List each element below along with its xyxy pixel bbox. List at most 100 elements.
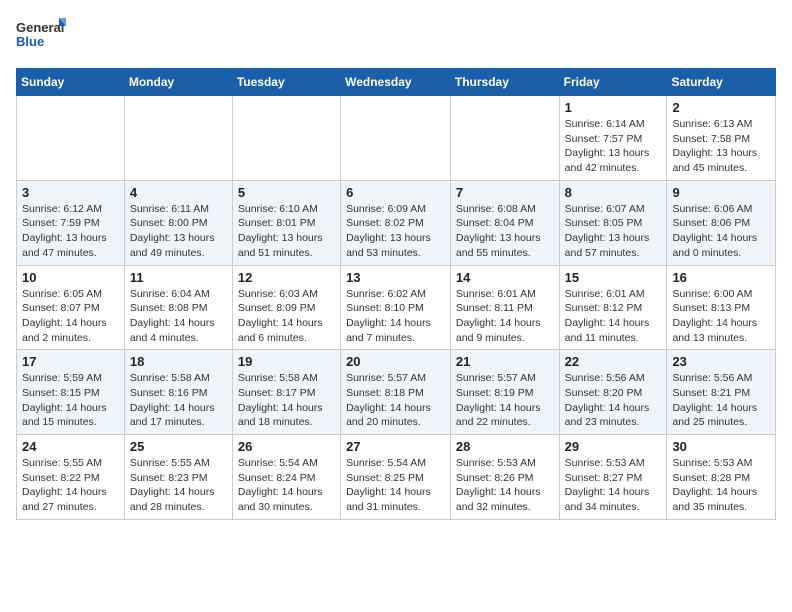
calendar-cell: 5 Sunrise: 6:10 AM Sunset: 8:01 PM Daylig…	[232, 180, 340, 265]
weekday-header-monday: Monday	[124, 69, 232, 96]
day-number: 20	[346, 354, 445, 369]
day-number: 19	[238, 354, 335, 369]
calendar-cell	[17, 96, 125, 181]
day-number: 13	[346, 270, 445, 285]
day-info: Sunrise: 6:09 AM Sunset: 8:02 PM Dayligh…	[346, 202, 445, 261]
calendar-cell: 22Sunrise: 5:56 AM Sunset: 8:20 PM Dayli…	[559, 350, 667, 435]
calendar-cell	[232, 96, 340, 181]
day-info: Sunrise: 6:03 AM Sunset: 8:09 PM Dayligh…	[238, 287, 335, 346]
calendar-table: SundayMondayTuesdayWednesdayThursdayFrid…	[16, 68, 776, 520]
day-info: Sunrise: 6:12 AM Sunset: 7:59 PM Dayligh…	[22, 202, 119, 261]
day-number: 3	[22, 185, 119, 200]
day-number: 15	[565, 270, 662, 285]
day-number: 25	[130, 439, 227, 454]
day-info: Sunrise: 6:10 AM Sunset: 8:01 PM Dayligh…	[238, 202, 335, 261]
calendar-cell: 16 Sunrise: 6:00 AM Sunset: 8:13 PM Dayli…	[667, 265, 776, 350]
day-number: 18	[130, 354, 227, 369]
day-info: Sunrise: 6:02 AM Sunset: 8:10 PM Dayligh…	[346, 287, 445, 346]
calendar-cell: 26Sunrise: 5:54 AM Sunset: 8:24 PM Dayli…	[232, 435, 340, 520]
day-info: Sunrise: 6:07 AM Sunset: 8:05 PM Dayligh…	[565, 202, 662, 261]
day-info: Sunrise: 5:58 AM Sunset: 8:17 PM Dayligh…	[238, 371, 335, 430]
svg-text:General: General	[16, 20, 64, 35]
weekday-header-thursday: Thursday	[450, 69, 559, 96]
day-number: 9	[672, 185, 770, 200]
day-number: 8	[565, 185, 662, 200]
weekday-header-saturday: Saturday	[667, 69, 776, 96]
weekday-header-tuesday: Tuesday	[232, 69, 340, 96]
day-info: Sunrise: 5:59 AM Sunset: 8:15 PM Dayligh…	[22, 371, 119, 430]
calendar-cell: 20 Sunrise: 5:57 AM Sunset: 8:18 PM Dayli…	[341, 350, 451, 435]
day-info: Sunrise: 5:56 AM Sunset: 8:21 PM Dayligh…	[672, 371, 770, 430]
day-info: Sunrise: 5:53 AM Sunset: 8:27 PM Dayligh…	[565, 456, 662, 515]
calendar-cell: 14 Sunrise: 6:01 AM Sunset: 8:11 PM Dayli…	[450, 265, 559, 350]
calendar-cell: 9 Sunrise: 6:06 AM Sunset: 8:06 PM Daylig…	[667, 180, 776, 265]
calendar-cell: 2Sunrise: 6:13 AM Sunset: 7:58 PM Daylig…	[667, 96, 776, 181]
calendar-week-2: 3 Sunrise: 6:12 AM Sunset: 7:59 PM Daylig…	[17, 180, 776, 265]
calendar-cell: 3 Sunrise: 6:12 AM Sunset: 7:59 PM Daylig…	[17, 180, 125, 265]
calendar-cell	[341, 96, 451, 181]
calendar-cell: 17 Sunrise: 5:59 AM Sunset: 8:15 PM Dayli…	[17, 350, 125, 435]
day-info: Sunrise: 5:53 AM Sunset: 8:28 PM Dayligh…	[672, 456, 770, 515]
calendar-cell: 12 Sunrise: 6:03 AM Sunset: 8:09 PM Dayli…	[232, 265, 340, 350]
day-info: Sunrise: 5:54 AM Sunset: 8:25 PM Dayligh…	[346, 456, 445, 515]
day-number: 11	[130, 270, 227, 285]
day-info: Sunrise: 6:00 AM Sunset: 8:13 PM Dayligh…	[672, 287, 770, 346]
day-info: Sunrise: 5:57 AM Sunset: 8:18 PM Dayligh…	[346, 371, 445, 430]
calendar-cell: 1Sunrise: 6:14 AM Sunset: 7:57 PM Daylig…	[559, 96, 667, 181]
day-info: Sunrise: 6:11 AM Sunset: 8:00 PM Dayligh…	[130, 202, 227, 261]
calendar-cell: 4 Sunrise: 6:11 AM Sunset: 8:00 PM Daylig…	[124, 180, 232, 265]
calendar-cell	[124, 96, 232, 181]
page-header: General Blue	[16, 16, 776, 56]
weekday-header-sunday: Sunday	[17, 69, 125, 96]
day-info: Sunrise: 6:05 AM Sunset: 8:07 PM Dayligh…	[22, 287, 119, 346]
calendar-cell: 6Sunrise: 6:09 AM Sunset: 8:02 PM Daylig…	[341, 180, 451, 265]
calendar-week-4: 17 Sunrise: 5:59 AM Sunset: 8:15 PM Dayli…	[17, 350, 776, 435]
calendar-cell: 13 Sunrise: 6:02 AM Sunset: 8:10 PM Dayli…	[341, 265, 451, 350]
day-number: 30	[672, 439, 770, 454]
calendar-week-3: 10Sunrise: 6:05 AM Sunset: 8:07 PM Dayli…	[17, 265, 776, 350]
calendar-cell: 24 Sunrise: 5:55 AM Sunset: 8:22 PM Dayli…	[17, 435, 125, 520]
day-number: 24	[22, 439, 119, 454]
day-info: Sunrise: 6:14 AM Sunset: 7:57 PM Dayligh…	[565, 117, 662, 176]
day-number: 7	[456, 185, 554, 200]
day-number: 29	[565, 439, 662, 454]
logo-svg: General Blue	[16, 16, 66, 56]
day-number: 4	[130, 185, 227, 200]
logo: General Blue	[16, 16, 66, 56]
day-number: 16	[672, 270, 770, 285]
calendar-cell: 7 Sunrise: 6:08 AM Sunset: 8:04 PM Daylig…	[450, 180, 559, 265]
day-info: Sunrise: 5:54 AM Sunset: 8:24 PM Dayligh…	[238, 456, 335, 515]
calendar-cell: 28 Sunrise: 5:53 AM Sunset: 8:26 PM Dayli…	[450, 435, 559, 520]
day-number: 27	[346, 439, 445, 454]
calendar-cell: 27 Sunrise: 5:54 AM Sunset: 8:25 PM Dayli…	[341, 435, 451, 520]
calendar-week-5: 24 Sunrise: 5:55 AM Sunset: 8:22 PM Dayli…	[17, 435, 776, 520]
weekday-header-row: SundayMondayTuesdayWednesdayThursdayFrid…	[17, 69, 776, 96]
day-info: Sunrise: 5:57 AM Sunset: 8:19 PM Dayligh…	[456, 371, 554, 430]
day-info: Sunrise: 5:58 AM Sunset: 8:16 PM Dayligh…	[130, 371, 227, 430]
day-info: Sunrise: 6:01 AM Sunset: 8:11 PM Dayligh…	[456, 287, 554, 346]
day-info: Sunrise: 5:56 AM Sunset: 8:20 PM Dayligh…	[565, 371, 662, 430]
calendar-cell: 21 Sunrise: 5:57 AM Sunset: 8:19 PM Dayli…	[450, 350, 559, 435]
day-number: 28	[456, 439, 554, 454]
day-info: Sunrise: 6:13 AM Sunset: 7:58 PM Dayligh…	[672, 117, 770, 176]
calendar-cell: 18 Sunrise: 5:58 AM Sunset: 8:16 PM Dayli…	[124, 350, 232, 435]
calendar-cell: 15Sunrise: 6:01 AM Sunset: 8:12 PM Dayli…	[559, 265, 667, 350]
calendar-cell: 19 Sunrise: 5:58 AM Sunset: 8:17 PM Dayli…	[232, 350, 340, 435]
day-info: Sunrise: 6:06 AM Sunset: 8:06 PM Dayligh…	[672, 202, 770, 261]
day-number: 5	[238, 185, 335, 200]
day-info: Sunrise: 5:53 AM Sunset: 8:26 PM Dayligh…	[456, 456, 554, 515]
day-info: Sunrise: 5:55 AM Sunset: 8:22 PM Dayligh…	[22, 456, 119, 515]
day-number: 12	[238, 270, 335, 285]
calendar-cell: 29 Sunrise: 5:53 AM Sunset: 8:27 PM Dayli…	[559, 435, 667, 520]
day-info: Sunrise: 5:55 AM Sunset: 8:23 PM Dayligh…	[130, 456, 227, 515]
calendar-body: 1Sunrise: 6:14 AM Sunset: 7:57 PM Daylig…	[17, 96, 776, 520]
svg-text:Blue: Blue	[16, 34, 44, 49]
day-info: Sunrise: 6:04 AM Sunset: 8:08 PM Dayligh…	[130, 287, 227, 346]
calendar-cell: 10Sunrise: 6:05 AM Sunset: 8:07 PM Dayli…	[17, 265, 125, 350]
day-number: 21	[456, 354, 554, 369]
day-number: 14	[456, 270, 554, 285]
calendar-cell: 30 Sunrise: 5:53 AM Sunset: 8:28 PM Dayli…	[667, 435, 776, 520]
calendar-week-1: 1Sunrise: 6:14 AM Sunset: 7:57 PM Daylig…	[17, 96, 776, 181]
day-number: 17	[22, 354, 119, 369]
day-info: Sunrise: 6:08 AM Sunset: 8:04 PM Dayligh…	[456, 202, 554, 261]
